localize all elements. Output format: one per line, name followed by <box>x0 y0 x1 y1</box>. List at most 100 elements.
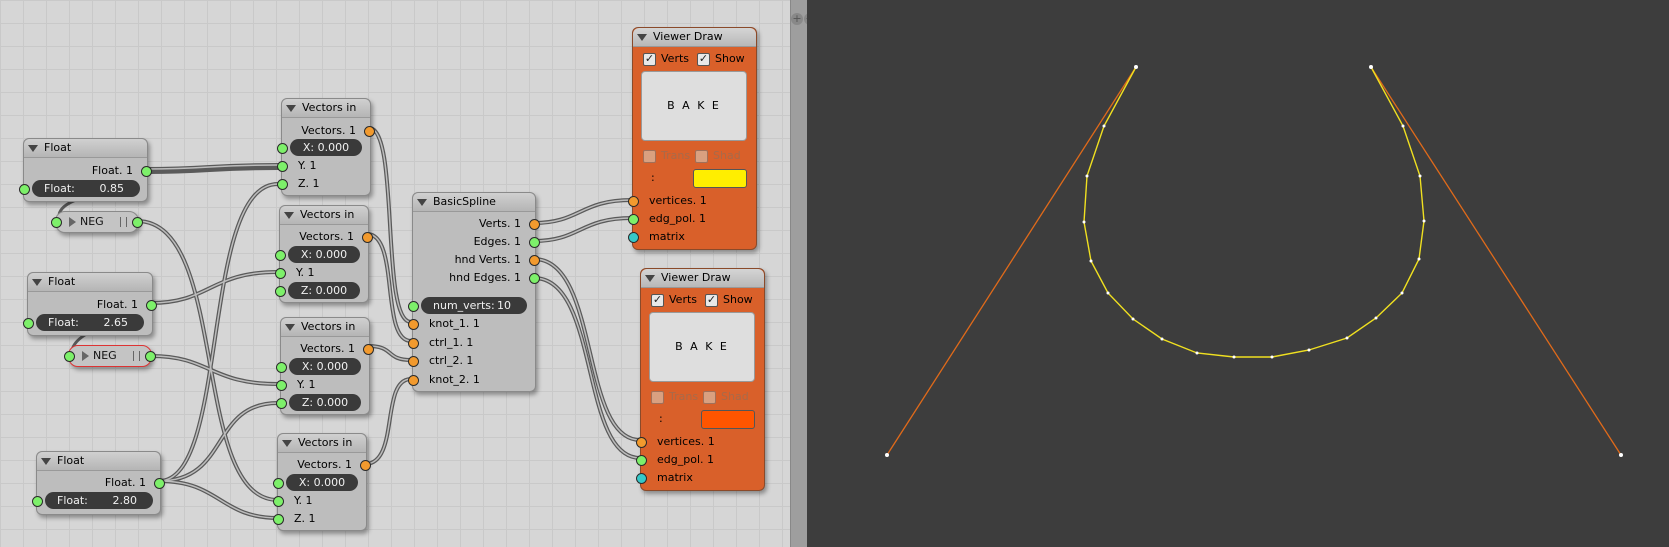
collapse-triangle-icon[interactable] <box>645 274 655 282</box>
node-header[interactable]: BasicSpline <box>413 193 535 212</box>
vectors-in-node[interactable]: Vectors in Vectors. 1 X: 0.000 Y. 1 Z. 1 <box>277 98 375 196</box>
show-checkbox[interactable]: ✓ <box>697 53 710 66</box>
output-socket[interactable] <box>529 219 540 230</box>
node-header[interactable]: Viewer Draw <box>641 269 764 288</box>
show-checkbox[interactable]: ✓ <box>705 294 718 307</box>
float-node[interactable]: Float Float. 1 Float: 2.65 <box>23 272 157 336</box>
input-socket[interactable] <box>636 437 647 448</box>
collapse-triangle-icon[interactable] <box>286 104 296 112</box>
node-header[interactable]: Viewer Draw <box>633 28 756 47</box>
input-socket[interactable] <box>408 356 419 367</box>
z-field[interactable]: Z: 0.000 <box>289 394 361 411</box>
collapse-triangle-icon[interactable] <box>417 198 427 206</box>
input-socket[interactable] <box>276 380 287 391</box>
area-plus-button[interactable]: + <box>791 13 803 25</box>
x-field[interactable]: X: 0.000 <box>289 358 361 375</box>
verts-checkbox[interactable]: ✓ <box>651 294 664 307</box>
node-header[interactable]: Vectors in <box>282 99 370 118</box>
input-socket[interactable] <box>277 161 288 172</box>
collapse-triangle-icon[interactable] <box>637 33 647 41</box>
input-socket[interactable] <box>408 375 419 386</box>
collapse-triangle-icon[interactable] <box>285 323 295 331</box>
shad-checkbox[interactable] <box>703 391 716 404</box>
color-swatch[interactable] <box>701 410 755 429</box>
input-socket[interactable] <box>276 398 287 409</box>
collapse-triangle-icon[interactable] <box>32 278 42 286</box>
input-socket[interactable] <box>275 250 286 261</box>
input-socket[interactable] <box>628 196 639 207</box>
shad-label: Shad <box>721 390 749 403</box>
output-socket[interactable] <box>363 344 374 355</box>
output-socket[interactable] <box>360 460 371 471</box>
output-socket[interactable] <box>154 478 165 489</box>
input-socket[interactable] <box>408 338 419 349</box>
neg-node[interactable]: NEG <box>51 211 143 233</box>
output-socket[interactable] <box>364 126 375 137</box>
node-editor[interactable]: Float Float. 1 Float: 0.85 NEG Float Floa… <box>0 0 790 547</box>
input-socket[interactable] <box>32 496 43 507</box>
collapse-triangle-icon[interactable] <box>28 144 38 152</box>
input-socket[interactable] <box>51 217 62 228</box>
node-header[interactable]: Vectors in <box>280 206 368 225</box>
output-socket[interactable] <box>146 300 157 311</box>
input-socket[interactable] <box>23 318 34 329</box>
node-header[interactable]: Vectors in <box>278 434 366 453</box>
output-socket[interactable] <box>145 351 156 362</box>
float-node[interactable]: Float Float. 1 Float: 2.80 <box>32 451 165 515</box>
float-node[interactable]: Float Float. 1 Float: 0.85 <box>19 138 152 202</box>
x-field[interactable]: X: 0.000 <box>288 246 360 263</box>
basic-spline-node[interactable]: BasicSpline Verts. 1 Edges. 1 hnd Verts.… <box>408 192 540 392</box>
input-socket[interactable] <box>273 478 284 489</box>
node-header[interactable]: Float <box>28 273 152 292</box>
float-field[interactable]: Float: 2.65 <box>36 314 144 331</box>
node-header[interactable]: Float <box>24 139 147 158</box>
input-socket[interactable] <box>628 232 639 243</box>
input-socket[interactable] <box>636 455 647 466</box>
3d-viewport[interactable] <box>807 0 1669 547</box>
toggle-row: ✓ Verts ✓ Show <box>641 291 764 308</box>
output-socket[interactable] <box>141 166 152 177</box>
input-socket[interactable] <box>273 496 284 507</box>
output-socket[interactable] <box>529 255 540 266</box>
output-socket[interactable] <box>362 232 373 243</box>
input-socket[interactable] <box>408 301 419 312</box>
bake-button[interactable]: B A K E <box>649 312 755 382</box>
input-socket[interactable] <box>277 179 288 190</box>
z-field[interactable]: Z: 0.000 <box>288 282 360 299</box>
trans-checkbox[interactable] <box>643 150 656 163</box>
input-socket[interactable] <box>275 286 286 297</box>
vectors-in-node[interactable]: Vectors in Vectors. 1 X: 0.000 Y. 1 Z: 0… <box>276 317 374 415</box>
shad-checkbox[interactable] <box>695 150 708 163</box>
x-field[interactable]: X: 0.000 <box>286 474 358 491</box>
input-socket[interactable] <box>64 351 75 362</box>
num-verts-field[interactable]: num_verts: 10 <box>421 297 527 314</box>
trans-checkbox[interactable] <box>651 391 664 404</box>
float-field[interactable]: Float: 2.80 <box>45 492 153 509</box>
input-socket[interactable] <box>636 473 647 484</box>
vectors-in-node[interactable]: Vectors in Vectors. 1 X: 0.000 Y. 1 Z. 1 <box>273 433 371 531</box>
vectors-in-node[interactable]: Vectors in Vectors. 1 X: 0.000 Y. 1 Z: 0… <box>275 205 373 303</box>
verts-checkbox[interactable]: ✓ <box>643 53 656 66</box>
output-socket[interactable] <box>529 273 540 284</box>
bake-button[interactable]: B A K E <box>641 71 747 141</box>
collapse-triangle-icon[interactable] <box>282 439 292 447</box>
input-socket[interactable] <box>628 214 639 225</box>
output-socket[interactable] <box>529 237 540 248</box>
input-socket[interactable] <box>273 514 284 525</box>
node-header[interactable]: Vectors in <box>281 318 369 337</box>
input-socket[interactable] <box>19 184 30 195</box>
input-socket[interactable] <box>277 143 288 154</box>
node-header[interactable]: Float <box>37 452 160 471</box>
input-socket[interactable] <box>275 268 286 279</box>
color-swatch[interactable] <box>693 169 747 188</box>
input-socket[interactable] <box>408 319 419 330</box>
x-field[interactable]: X: 0.000 <box>290 139 362 156</box>
viewer-draw-node[interactable]: Viewer Draw ✓ Verts ✓ Show B A K E Trans… <box>636 268 765 491</box>
float-field[interactable]: Float: 0.85 <box>32 180 140 197</box>
collapse-triangle-icon[interactable] <box>41 457 51 465</box>
input-socket[interactable] <box>276 362 287 373</box>
collapse-triangle-icon[interactable] <box>284 211 294 219</box>
viewer-draw-node[interactable]: Viewer Draw ✓ Verts ✓ Show B A K E Trans… <box>628 27 757 250</box>
neg-node[interactable]: NEG <box>64 345 156 367</box>
output-socket[interactable] <box>132 217 143 228</box>
